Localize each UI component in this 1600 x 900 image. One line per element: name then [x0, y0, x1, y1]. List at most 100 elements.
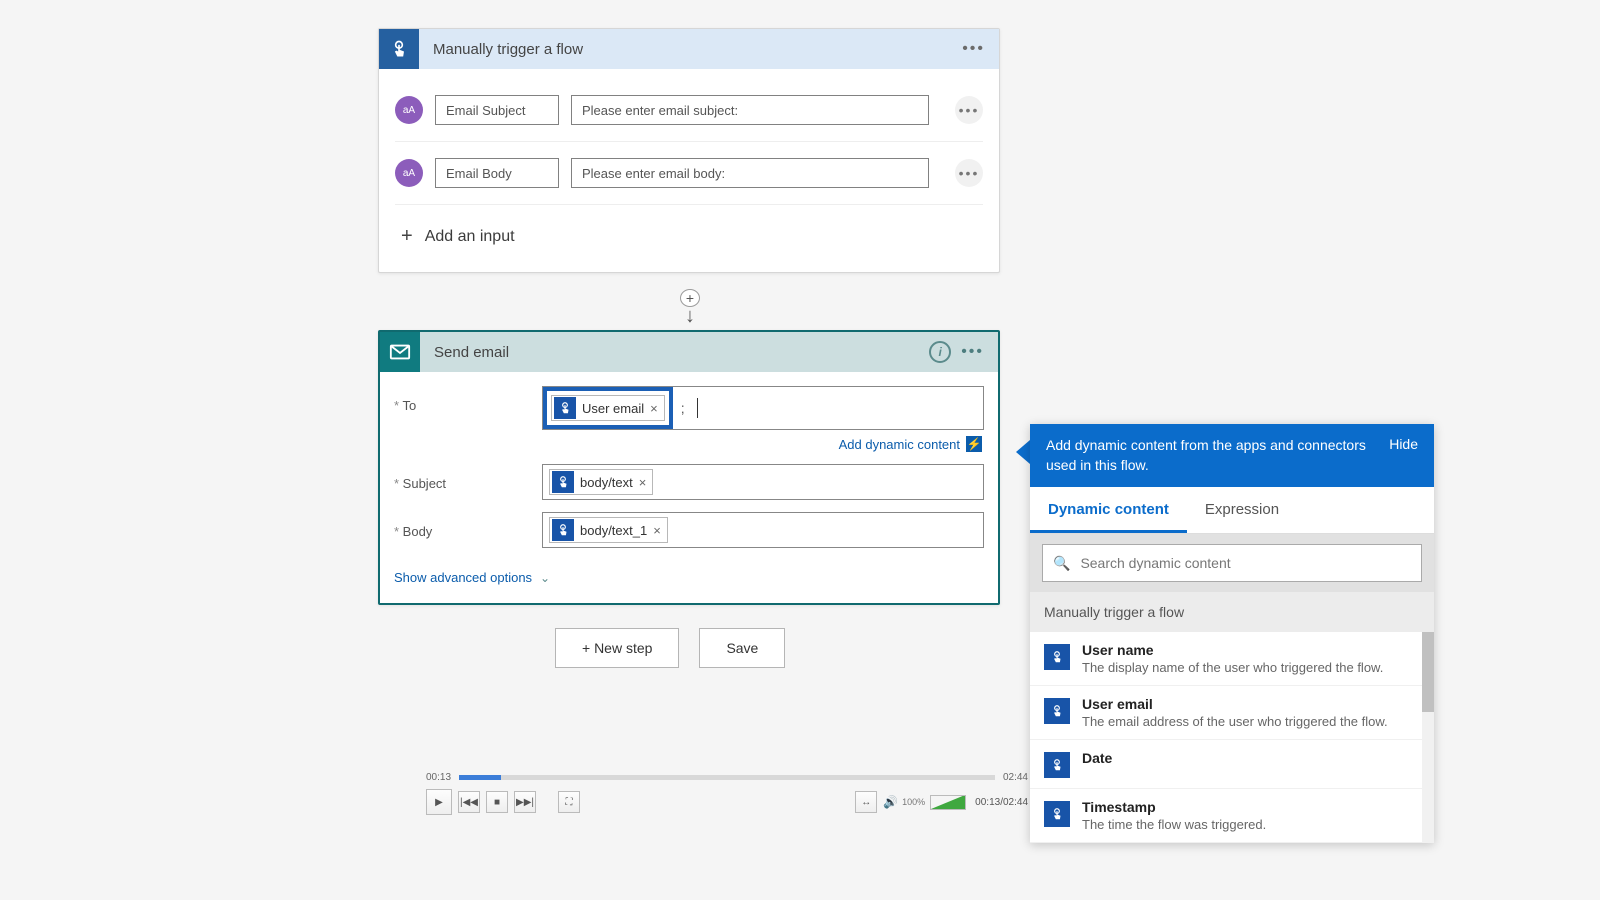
- dc-tabs: Dynamic content Expression: [1030, 487, 1434, 534]
- dc-scrollbar[interactable]: [1422, 632, 1434, 843]
- dynamic-token[interactable]: body/text ×: [549, 469, 653, 495]
- action-icon: [380, 332, 420, 372]
- speaker-icon[interactable]: 🔊: [883, 795, 898, 809]
- progress-fill: [459, 775, 501, 780]
- show-advanced-link[interactable]: Show advanced options ⌄: [394, 560, 984, 585]
- field-body-input[interactable]: body/text_1 ×: [542, 512, 984, 548]
- dc-item-desc: The time the flow was triggered.: [1082, 817, 1420, 832]
- plus-icon: +: [401, 225, 413, 248]
- trigger-input-row: aA Email Subject Please enter email subj…: [395, 79, 983, 142]
- dc-item-title: Timestamp: [1082, 799, 1420, 815]
- flow-icon: [554, 397, 576, 419]
- add-input-label: Add an input: [425, 228, 515, 246]
- volume-slider[interactable]: [931, 795, 965, 809]
- mail-icon: [389, 341, 411, 363]
- token-remove[interactable]: ×: [639, 475, 647, 490]
- token-label: User email: [582, 401, 644, 416]
- trigger-menu-button[interactable]: •••: [962, 40, 985, 58]
- text-type-badge: aA: [395, 159, 423, 187]
- flow-icon: [1044, 752, 1070, 778]
- dynamic-token[interactable]: body/text_1 ×: [549, 517, 668, 543]
- field-to-row: * To User email × ;: [394, 386, 984, 452]
- play-button[interactable]: ▶: [426, 789, 452, 815]
- field-subject-row: * Subject body/text ×: [394, 464, 984, 500]
- volume-pct: 100%: [902, 797, 925, 807]
- input-prompt-field[interactable]: Please enter email body:: [571, 158, 929, 188]
- lightning-icon: ⚡: [966, 436, 982, 452]
- tab-expression[interactable]: Expression: [1187, 487, 1297, 533]
- total-time: 02:44: [1003, 772, 1028, 783]
- trigger-icon: [379, 29, 419, 69]
- input-row-menu[interactable]: •••: [955, 96, 983, 124]
- search-icon: 🔍: [1053, 555, 1070, 572]
- arrow-down-icon: ↓: [685, 305, 695, 328]
- dc-hide-button[interactable]: Hide: [1389, 436, 1418, 475]
- prev-button[interactable]: |◀◀: [458, 791, 480, 813]
- trigger-body: aA Email Subject Please enter email subj…: [379, 69, 999, 272]
- video-player-bar: 00:13 02:44 ▶ |◀◀ ■ ▶▶| ⛶ ↔ 🔊 100% 00:13…: [426, 772, 1028, 815]
- field-subject-label: * Subject: [394, 464, 542, 491]
- dc-item[interactable]: Date: [1030, 740, 1434, 789]
- elapsed-time: 00:13: [426, 772, 451, 783]
- dc-panel-header: Add dynamic content from the apps and co…: [1030, 424, 1434, 487]
- dc-item[interactable]: User email The email address of the user…: [1030, 686, 1434, 740]
- input-row-menu[interactable]: •••: [955, 159, 983, 187]
- trigger-header[interactable]: Manually trigger a flow •••: [379, 29, 999, 69]
- info-icon[interactable]: i: [929, 341, 951, 363]
- action-menu-button[interactable]: •••: [961, 343, 984, 361]
- dynamic-content-panel: Add dynamic content from the apps and co…: [1030, 424, 1434, 843]
- dc-item-title: Date: [1082, 750, 1420, 766]
- dynamic-token[interactable]: User email ×: [551, 395, 665, 421]
- save-button[interactable]: Save: [699, 628, 785, 668]
- input-prompt-field[interactable]: Please enter email subject:: [571, 95, 929, 125]
- input-name-field[interactable]: Email Subject: [435, 95, 559, 125]
- action-title: Send email: [420, 344, 929, 361]
- field-subject-input[interactable]: body/text ×: [542, 464, 984, 500]
- bottom-actions: + New step Save: [555, 628, 785, 668]
- flow-icon: [552, 471, 574, 493]
- dc-search-wrap: 🔍 Search dynamic content: [1030, 534, 1434, 592]
- add-dynamic-content-link[interactable]: Add dynamic content ⚡: [542, 430, 984, 452]
- tab-dynamic-content[interactable]: Dynamic content: [1030, 487, 1187, 533]
- field-body-label: * Body: [394, 512, 542, 539]
- dc-item-desc: The email address of the user who trigge…: [1082, 714, 1420, 729]
- trigger-title: Manually trigger a flow: [419, 41, 962, 58]
- dc-item-title: User name: [1082, 642, 1420, 658]
- stop-button[interactable]: ■: [486, 791, 508, 813]
- fullscreen-button[interactable]: ⛶: [558, 791, 580, 813]
- field-body-row: * Body body/text_1 ×: [394, 512, 984, 548]
- next-button[interactable]: ▶▶|: [514, 791, 536, 813]
- panel-callout-arrow: [1016, 440, 1030, 464]
- flow-icon: [1044, 801, 1070, 827]
- dc-item-desc: The display name of the user who trigger…: [1082, 660, 1420, 675]
- token-highlight: User email ×: [543, 387, 673, 429]
- time-combo: 00:13/02:44: [975, 797, 1028, 808]
- flow-icon: [1044, 644, 1070, 670]
- progress-track[interactable]: [459, 775, 995, 780]
- aspect-button[interactable]: ↔: [855, 791, 877, 813]
- dc-items-list: User name The display name of the user w…: [1030, 632, 1434, 843]
- field-to-input[interactable]: User email × ;: [542, 386, 984, 430]
- dc-head-text: Add dynamic content from the apps and co…: [1046, 436, 1377, 475]
- dc-search-placeholder: Search dynamic content: [1080, 555, 1230, 571]
- text-type-badge: aA: [395, 96, 423, 124]
- action-card: Send email i ••• * To User: [378, 330, 1000, 605]
- dc-item[interactable]: User name The display name of the user w…: [1030, 632, 1434, 686]
- new-step-button[interactable]: + New step: [555, 628, 679, 668]
- flow-icon: [1044, 698, 1070, 724]
- input-name-field[interactable]: Email Body: [435, 158, 559, 188]
- flow-icon: [552, 519, 574, 541]
- token-remove[interactable]: ×: [653, 523, 661, 538]
- add-input-button[interactable]: + Add an input: [395, 205, 983, 266]
- dc-group-title: Manually trigger a flow: [1030, 592, 1434, 632]
- dc-search-input[interactable]: 🔍 Search dynamic content: [1042, 544, 1422, 582]
- trigger-input-row: aA Email Body Please enter email body: •…: [395, 142, 983, 205]
- dc-item[interactable]: Timestamp The time the flow was triggere…: [1030, 789, 1434, 843]
- token-remove[interactable]: ×: [650, 401, 658, 416]
- tap-icon: [389, 39, 409, 59]
- flow-designer-canvas: Manually trigger a flow ••• aA Email Sub…: [0, 0, 1600, 900]
- token-label: body/text: [580, 475, 633, 490]
- action-body: * To User email × ;: [380, 372, 998, 603]
- action-header[interactable]: Send email i •••: [380, 332, 998, 372]
- separator: ;: [681, 400, 685, 416]
